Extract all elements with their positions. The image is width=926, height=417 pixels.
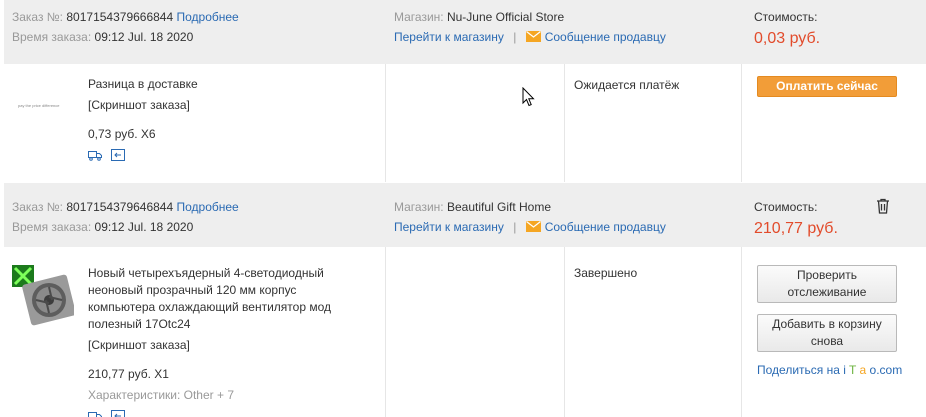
envelope-icon — [525, 221, 541, 232]
envelope-icon — [525, 31, 541, 42]
message-seller-link[interactable]: Сообщение продавцу — [525, 30, 666, 44]
order-number-label: Заказ №: — [12, 200, 64, 214]
product-info: Новый четырехъядерный 4-светодиодный нео… — [88, 265, 356, 417]
separator: | — [513, 30, 517, 44]
message-seller-link[interactable]: Сообщение продавцу — [525, 220, 666, 234]
store-info: Магазин: Beautiful Gift Home Перейти к м… — [394, 197, 666, 237]
message-seller-label: Сообщение продавцу — [544, 30, 666, 44]
store-name: Beautiful Gift Home — [446, 200, 552, 214]
thumbnail-caption: pay the price difference — [18, 103, 60, 108]
pay-now-button[interactable]: Оплатить сейчас — [757, 76, 897, 97]
order-cost: Стоимость: 210,77 руб. — [754, 197, 838, 241]
order-number: 8017154379646844 — [66, 200, 174, 214]
share-brand-t: T — [849, 363, 857, 377]
cost-label: Стоимость: — [754, 10, 818, 24]
cost-label: Стоимость: — [754, 200, 818, 214]
column-divider — [741, 247, 742, 417]
order-items: pay the price difference Разница в доста… — [4, 64, 926, 182]
order-snapshot-link[interactable]: [Скриншот заказа] — [88, 97, 356, 114]
mouse-cursor-icon — [522, 87, 535, 107]
order-card: Заказ №: 8017154379666844 Подробнее Врем… — [4, 0, 926, 183]
share-brand-a: a — [859, 363, 867, 377]
separator: | — [513, 220, 517, 234]
share-label: Поделиться на — [757, 363, 844, 377]
product-icons — [88, 410, 356, 417]
product-thumbnail[interactable]: pay the price difference — [18, 96, 74, 116]
order-cost: Стоимость: 0,03 руб. — [754, 7, 820, 51]
go-to-store-link[interactable]: Перейти к магазину — [394, 30, 504, 44]
track-order-button[interactable]: Проверить отслеживание — [757, 265, 897, 303]
cost-value: 0,03 руб. — [754, 30, 821, 47]
product-info: Разница в доставке [Скриншот заказа] 0,7… — [88, 76, 356, 163]
share-on-taobao-link[interactable]: Поделиться на i T a o.com — [757, 363, 902, 377]
add-to-cart-again-button[interactable]: Добавить в корзину снова — [757, 314, 897, 352]
order-snapshot-link[interactable]: [Скриншот заказа] — [88, 337, 356, 354]
order-number-label: Заказ №: — [12, 10, 64, 24]
share-brand-o: o.com — [869, 363, 903, 377]
order-time: 09:12 Jul. 18 2020 — [94, 30, 194, 44]
order-header: Заказ №: 8017154379646844 Подробнее Врем… — [4, 183, 926, 247]
go-to-store-link[interactable]: Перейти к магазину — [394, 220, 504, 234]
product-price-qty: 210,77 руб. X1 — [88, 367, 169, 381]
store-label: Магазин: — [394, 200, 444, 214]
store-name: Nu-June Official Store — [446, 10, 565, 24]
store-label: Магазин: — [394, 10, 444, 24]
message-seller-label: Сообщение продавцу — [544, 220, 666, 234]
order-status: Завершено — [574, 266, 638, 280]
column-divider — [741, 64, 742, 182]
order-info: Заказ №: 8017154379646844 Подробнее Врем… — [12, 197, 239, 237]
delivery-truck-icon[interactable] — [88, 149, 102, 161]
product-title[interactable]: Новый четырехъядерный 4-светодиодный нео… — [88, 265, 356, 333]
product-thumbnail[interactable] — [12, 265, 74, 327]
order-details-link[interactable]: Подробнее — [177, 200, 239, 214]
column-divider — [564, 247, 565, 417]
product-attributes: Характеристики: Other + 7 — [88, 388, 235, 402]
return-icon[interactable] — [111, 410, 126, 417]
column-divider — [385, 247, 386, 417]
share-brand-i: i — [843, 363, 846, 377]
order-info: Заказ №: 8017154379666844 Подробнее Врем… — [12, 7, 239, 47]
order-time: 09:12 Jul. 18 2020 — [94, 220, 194, 234]
delivery-truck-icon[interactable] — [88, 410, 102, 417]
column-divider — [564, 64, 565, 182]
product-icons — [88, 149, 356, 163]
product-price-qty: 0,73 руб. X6 — [88, 127, 156, 141]
order-details-link[interactable]: Подробнее — [177, 10, 239, 24]
order-time-label: Время заказа: — [12, 220, 92, 234]
return-icon[interactable] — [111, 149, 126, 161]
store-info: Магазин: Nu-June Official Store Перейти … — [394, 7, 666, 47]
cost-value: 210,77 руб. — [754, 220, 838, 237]
product-title[interactable]: Разница в доставке — [88, 76, 356, 93]
order-time-label: Время заказа: — [12, 30, 92, 44]
order-header: Заказ №: 8017154379666844 Подробнее Врем… — [4, 0, 926, 64]
delete-order-icon[interactable] — [876, 198, 890, 214]
order-status: Ожидается платёж — [574, 78, 680, 92]
column-divider — [385, 64, 386, 182]
order-items: Новый четырехъядерный 4-светодиодный нео… — [4, 247, 926, 417]
order-card: Заказ №: 8017154379646844 Подробнее Врем… — [4, 183, 926, 417]
order-number: 8017154379666844 — [66, 10, 174, 24]
